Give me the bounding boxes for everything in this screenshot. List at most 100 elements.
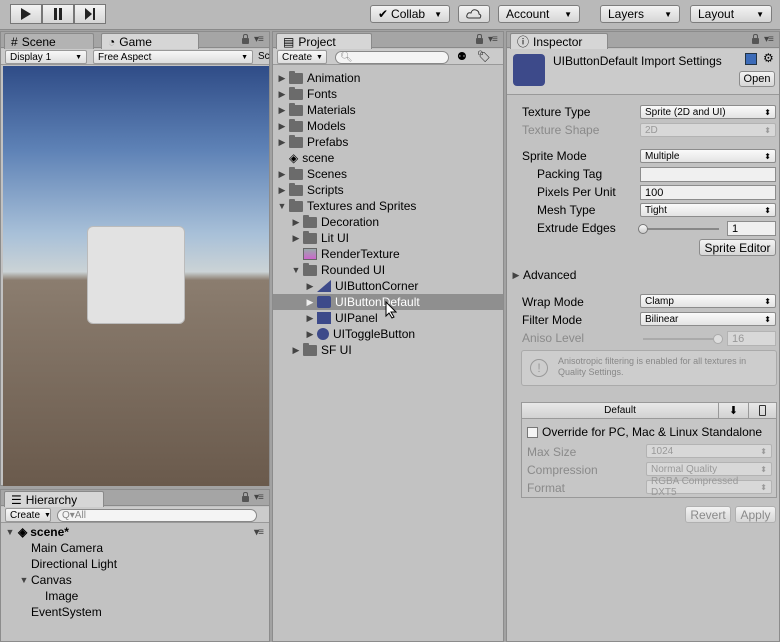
expand-arrow-icon[interactable]: ▶ — [277, 185, 287, 196]
sprite-mode-dropdown[interactable]: Multiple ⬍ — [640, 149, 776, 163]
tab-game[interactable]: ◔ Game — [101, 33, 199, 49]
game-view[interactable] — [3, 66, 269, 486]
project-item[interactable]: ▶ Scripts — [273, 182, 503, 198]
expand-arrow-icon[interactable]: ▶ — [305, 313, 315, 324]
open-button[interactable]: Open — [739, 71, 775, 87]
lock-icon[interactable] — [242, 492, 249, 502]
pause-button[interactable] — [42, 4, 74, 24]
project-create-dropdown[interactable]: Create ▼ — [277, 50, 327, 64]
revert-button[interactable]: Revert — [685, 506, 731, 523]
menu-icon[interactable]: ▾≡ — [488, 34, 498, 45]
expand-arrow-icon[interactable]: ▼ — [277, 201, 287, 211]
lock-icon[interactable] — [476, 34, 483, 44]
project-item[interactable]: ▼ Rounded UI — [273, 262, 503, 278]
extrude-slider-track[interactable] — [638, 224, 719, 234]
expand-arrow-icon[interactable]: ▼ — [5, 527, 15, 537]
caret-down-icon: ▼ — [564, 9, 572, 19]
project-item[interactable]: ▶ Animation — [273, 70, 503, 86]
unity-icon: ◈ — [289, 151, 299, 165]
hierarchy-item[interactable]: Main Camera — [1, 540, 269, 556]
sprite-editor-button[interactable]: Sprite Editor — [699, 239, 776, 256]
layout-dropdown[interactable]: Layout ▼ — [690, 5, 772, 23]
collab-button[interactable]: ✔ Collab ▼ — [370, 5, 450, 23]
hierarchy-create-dropdown[interactable]: Create ▼ — [5, 508, 51, 522]
project-item[interactable]: ▶ Scenes — [273, 166, 503, 182]
hierarchy-item[interactable]: Directional Light — [1, 556, 269, 572]
menu-icon[interactable]: ▾≡ — [254, 492, 264, 503]
apply-button[interactable]: Apply — [735, 506, 776, 523]
advanced-foldout[interactable]: ▶ Advanced — [511, 267, 577, 283]
platform-tab-default[interactable]: Default — [522, 403, 718, 418]
project-item[interactable]: RenderTexture — [273, 246, 503, 262]
lock-icon[interactable] — [752, 34, 759, 44]
tab-project[interactable]: ▤ Project — [276, 33, 372, 49]
lock-icon[interactable] — [242, 34, 249, 44]
filter-label-icon[interactable]: 🏷︎ — [477, 50, 491, 63]
hierarchy-search-input[interactable]: Q▾All — [57, 509, 257, 522]
filter-mode-dropdown[interactable]: Bilinear ⬍ — [640, 312, 776, 326]
tab-scene[interactable]: # Scene — [4, 33, 94, 49]
expand-arrow-icon[interactable]: ▶ — [277, 89, 287, 100]
download-icon[interactable]: ⬇ — [718, 403, 748, 418]
unity-icon: ◈ — [18, 525, 28, 539]
mesh-type-dropdown[interactable]: Tight ⬍ — [640, 203, 776, 217]
project-item[interactable]: ▶ Materials — [273, 102, 503, 118]
tab-hierarchy[interactable]: ☰ Hierarchy — [4, 491, 104, 507]
cloud-button[interactable] — [458, 5, 490, 23]
ppu-input[interactable]: 100 — [640, 185, 776, 200]
wrap-mode-dropdown[interactable]: Clamp ⬍ — [640, 294, 776, 308]
expand-arrow-icon[interactable]: ▶ — [291, 233, 301, 244]
expand-arrow-icon[interactable]: ▶ — [277, 105, 287, 116]
help-book-icon[interactable] — [745, 53, 757, 65]
extrude-input[interactable]: 1 — [727, 221, 776, 236]
scene-menu-icon[interactable]: ▾≡ — [254, 527, 264, 538]
project-item[interactable]: ▶ Lit UI — [273, 230, 503, 246]
play-button[interactable] — [10, 4, 42, 24]
scale-label[interactable]: Sc — [258, 51, 270, 62]
tab-inspector[interactable]: ⓘ Inspector — [510, 33, 608, 49]
sprite-icon — [317, 312, 331, 324]
expand-arrow-icon[interactable]: ▶ — [305, 281, 315, 292]
aniso-slider-thumb — [713, 334, 723, 344]
expand-arrow-icon[interactable]: ▶ — [305, 329, 315, 340]
project-item[interactable]: ▶ Fonts — [273, 86, 503, 102]
packing-tag-input[interactable] — [640, 167, 776, 182]
account-dropdown[interactable]: Account ▼ — [498, 5, 580, 23]
project-item[interactable]: ◈ scene — [273, 150, 503, 166]
expand-arrow-icon[interactable]: ▼ — [291, 265, 301, 275]
hierarchy-item[interactable]: Image — [1, 588, 269, 604]
filter-type-icon[interactable]: ⚉ — [457, 50, 467, 63]
hierarchy-item[interactable]: ▼ Canvas — [1, 572, 269, 588]
step-button[interactable] — [74, 4, 106, 24]
project-item[interactable]: ▶ Models — [273, 118, 503, 134]
menu-icon[interactable]: ▾≡ — [254, 34, 264, 45]
gear-icon[interactable]: ⚙ — [763, 51, 774, 65]
mobile-icon[interactable] — [748, 403, 776, 418]
project-item[interactable]: ▶ Decoration — [273, 214, 503, 230]
expand-arrow-icon[interactable]: ▶ — [277, 73, 287, 84]
menu-icon[interactable]: ▾≡ — [764, 34, 774, 45]
project-item[interactable]: ▶ SF UI — [273, 342, 503, 358]
project-item[interactable]: ▶ UIToggleButton — [273, 326, 503, 342]
project-item[interactable]: ▶ UIButtonCorner — [273, 278, 503, 294]
layers-dropdown[interactable]: Layers ▼ — [600, 5, 680, 23]
override-checkbox[interactable] — [527, 427, 538, 438]
hierarchy-scene-row[interactable]: ▼ ◈ scene* ▾≡ — [1, 524, 269, 540]
project-item[interactable]: ▼ Textures and Sprites — [273, 198, 503, 214]
expand-arrow-icon[interactable]: ▶ — [277, 137, 287, 148]
expand-arrow-icon[interactable]: ▶ — [277, 169, 287, 180]
expand-arrow-icon[interactable]: ▶ — [511, 270, 521, 281]
expand-arrow-icon[interactable]: ▼ — [19, 575, 29, 585]
play-icon — [21, 8, 31, 20]
expand-arrow-icon[interactable]: ▶ — [291, 345, 301, 356]
display-dropdown[interactable]: Display 1 ▼ — [5, 50, 87, 64]
project-search-input[interactable]: 🔍︎ — [335, 51, 449, 64]
aspect-dropdown[interactable]: Free Aspect ▼ — [93, 50, 253, 64]
expand-arrow-icon[interactable]: ▶ — [277, 121, 287, 132]
expand-arrow-icon[interactable]: ▶ — [291, 217, 301, 228]
expand-arrow-icon[interactable]: ▶ — [305, 297, 315, 308]
texture-type-dropdown[interactable]: Sprite (2D and UI) ⬍ — [640, 105, 776, 119]
extrude-slider-thumb[interactable] — [638, 224, 648, 234]
project-item[interactable]: ▶ Prefabs — [273, 134, 503, 150]
hierarchy-item[interactable]: EventSystem — [1, 604, 269, 620]
